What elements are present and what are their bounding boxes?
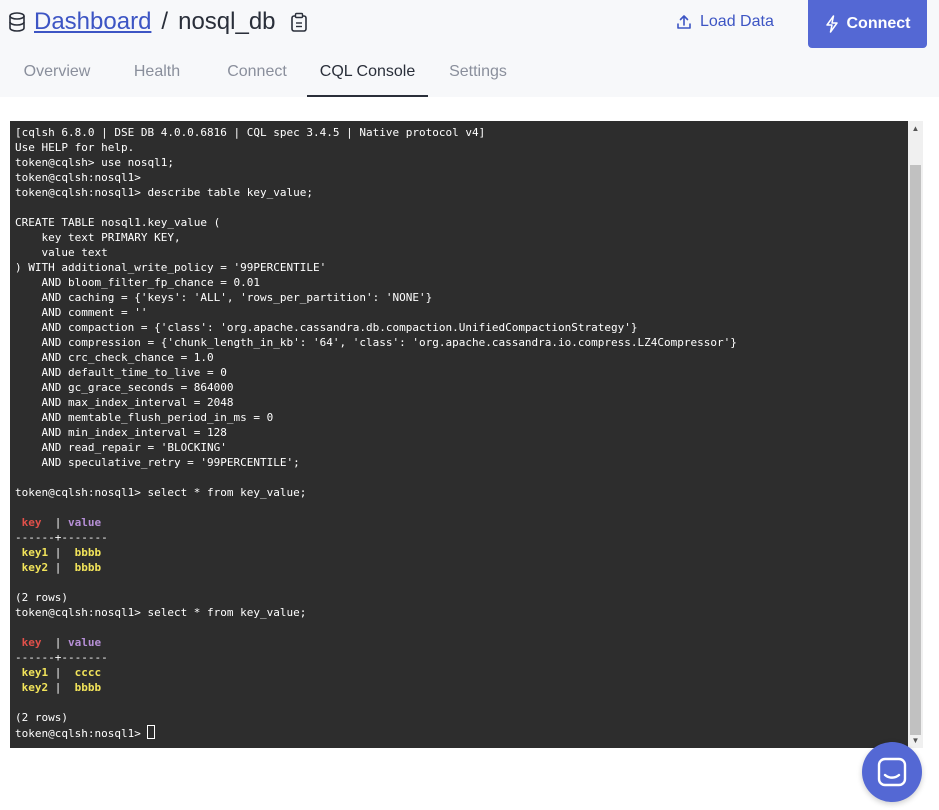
tab-settings[interactable]: Settings bbox=[436, 52, 520, 97]
result-header-sep: | bbox=[48, 516, 68, 529]
terminal-line: token@cqlsh:nosql1> bbox=[15, 171, 141, 184]
result-row-key: key1 bbox=[15, 546, 49, 559]
result-row-count: (2 rows) bbox=[15, 591, 68, 604]
upload-icon bbox=[677, 15, 691, 29]
connect-button[interactable]: Connect bbox=[808, 0, 927, 48]
result-header-value: value bbox=[68, 636, 102, 649]
database-name: nosql_db bbox=[178, 8, 276, 35]
terminal-line: AND read_repair = 'BLOCKING' bbox=[15, 441, 227, 454]
terminal-cursor[interactable] bbox=[147, 725, 156, 739]
tab-cql-console[interactable]: CQL Console bbox=[307, 52, 428, 97]
terminal-line: AND crc_check_chance = 1.0 bbox=[15, 351, 214, 364]
terminal-line: AND min_index_interval = 128 bbox=[15, 426, 227, 439]
result-header-key: key bbox=[15, 516, 49, 529]
breadcrumb: Dashboard / nosql_db bbox=[8, 6, 308, 38]
chat-support-button[interactable] bbox=[862, 742, 922, 802]
result-row-count: (2 rows) bbox=[15, 711, 68, 724]
result-header-key: key bbox=[15, 636, 49, 649]
terminal-line: AND default_time_to_live = 0 bbox=[15, 366, 227, 379]
cql-console-terminal[interactable]: [cqlsh 6.8.0 | DSE DB 4.0.0.6816 | CQL s… bbox=[10, 121, 908, 748]
terminal-line: AND compression = {'chunk_length_in_kb':… bbox=[15, 336, 737, 349]
result-row-sep: | bbox=[48, 561, 75, 574]
tab-overview[interactable]: Overview bbox=[12, 52, 102, 97]
terminal-line: token@cqlsh:nosql1> describe table key_v… bbox=[15, 186, 314, 199]
result-row-value: bbbb bbox=[74, 561, 102, 574]
breadcrumb-dashboard-link[interactable]: Dashboard bbox=[34, 8, 151, 36]
tab-connect[interactable]: Connect bbox=[214, 52, 300, 97]
terminal-line: key text PRIMARY KEY, bbox=[15, 231, 181, 244]
terminal-line: token@cqlsh> use nosql1; bbox=[15, 156, 174, 169]
result-row-sep: | bbox=[48, 681, 75, 694]
page-header: Dashboard / nosql_db Load Data Connect O… bbox=[0, 0, 939, 97]
result-divider: ------+------- bbox=[15, 651, 108, 664]
terminal-line: AND memtable_flush_period_in_ms = 0 bbox=[15, 411, 274, 424]
result-row-value: bbbb bbox=[74, 681, 102, 694]
terminal-output: [cqlsh 6.8.0 | DSE DB 4.0.0.6816 | CQL s… bbox=[10, 121, 908, 741]
terminal-line: CREATE TABLE nosql1.key_value ( bbox=[15, 216, 221, 229]
terminal-line: [cqlsh 6.8.0 | DSE DB 4.0.0.6816 | CQL s… bbox=[15, 126, 486, 139]
terminal-line: AND speculative_retry = '99PERCENTILE'; bbox=[15, 456, 300, 469]
terminal-line: value text bbox=[15, 246, 108, 259]
terminal-line: ) WITH additional_write_policy = '99PERC… bbox=[15, 261, 327, 274]
scroll-down-arrow-icon[interactable]: ▼ bbox=[908, 733, 923, 748]
result-divider: ------+------- bbox=[15, 531, 108, 544]
result-row-sep: | bbox=[48, 666, 75, 679]
result-row-key: key2 bbox=[15, 561, 49, 574]
terminal-line: Use HELP for help. bbox=[15, 141, 135, 154]
result-row-value: bbbb bbox=[74, 546, 102, 559]
lightning-icon bbox=[825, 15, 838, 33]
result-header-sep: | bbox=[48, 636, 68, 649]
result-row-sep: | bbox=[48, 546, 75, 559]
terminal-prompt: token@cqlsh:nosql1> bbox=[15, 727, 148, 740]
scroll-up-arrow-icon[interactable]: ▲ bbox=[908, 121, 923, 136]
terminal-line: AND caching = {'keys': 'ALL', 'rows_per_… bbox=[15, 291, 433, 304]
console-scrollbar[interactable]: ▲ ▼ bbox=[908, 121, 923, 748]
terminal-query: token@cqlsh:nosql1> select * from key_va… bbox=[15, 606, 307, 619]
terminal-line: AND bloom_filter_fp_chance = 0.01 bbox=[15, 276, 261, 289]
result-row-value: cccc bbox=[74, 666, 102, 679]
result-header-value: value bbox=[68, 516, 102, 529]
scrollbar-thumb[interactable] bbox=[910, 165, 921, 735]
tab-health[interactable]: Health bbox=[118, 52, 196, 97]
connect-label: Connect bbox=[846, 15, 911, 32]
breadcrumb-separator: / bbox=[161, 8, 169, 35]
terminal-history: [cqlsh 6.8.0 | DSE DB 4.0.0.6816 | CQL s… bbox=[15, 126, 737, 499]
database-icon bbox=[9, 12, 25, 32]
terminal-line: AND compaction = {'class': 'org.apache.c… bbox=[15, 321, 638, 334]
result-row-key: key1 bbox=[15, 666, 49, 679]
clipboard-icon[interactable] bbox=[290, 12, 308, 32]
chat-icon bbox=[877, 757, 907, 787]
load-data-label: Load Data bbox=[700, 13, 774, 30]
result-row-key: key2 bbox=[15, 681, 49, 694]
terminal-line: AND max_index_interval = 2048 bbox=[15, 396, 234, 409]
load-data-button[interactable]: Load Data bbox=[676, 8, 774, 36]
terminal-line: AND gc_grace_seconds = 864000 bbox=[15, 381, 234, 394]
terminal-line: AND comment = '' bbox=[15, 306, 148, 319]
tab-bar: Overview Health Connect CQL Console Sett… bbox=[0, 52, 939, 97]
terminal-line: token@cqlsh:nosql1> select * from key_va… bbox=[15, 486, 307, 499]
